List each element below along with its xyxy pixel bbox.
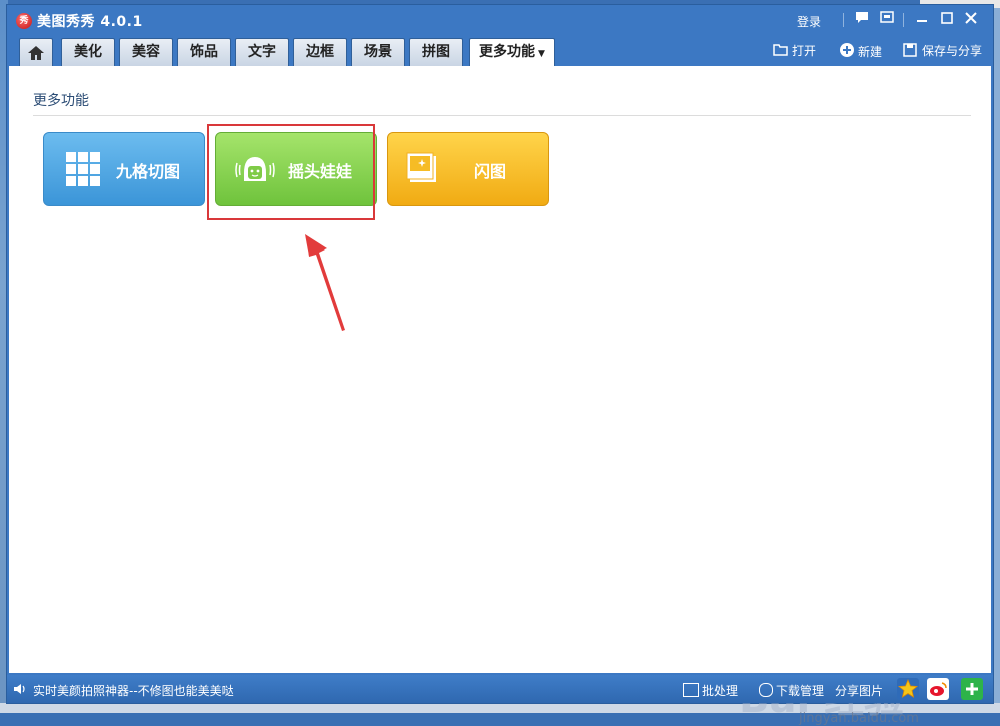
folder-open-icon: [773, 43, 789, 57]
title-bar[interactable]: 秀 美图秀秀 4.0.1 登录: [7, 5, 993, 35]
batch-process-button[interactable]: 批处理: [683, 682, 738, 699]
grid-icon: [66, 152, 100, 186]
qzone-star-icon[interactable]: [897, 678, 919, 700]
add-share-icon[interactable]: [961, 678, 983, 700]
nine-grid-cut-label: 九格切图: [116, 162, 181, 181]
tab-more-features[interactable]: 更多功能 ▼: [469, 38, 555, 67]
titlebar-divider: [843, 13, 844, 27]
annotation-arrow-icon: [305, 234, 345, 331]
tab-frames[interactable]: 边框: [293, 38, 347, 66]
download-icon: [759, 683, 773, 697]
chevron-down-icon: ▼: [538, 49, 545, 59]
open-label: 打开: [792, 44, 817, 58]
app-window: 秀 美图秀秀 4.0.1 登录 美化 美容 饰品 文字 边框 场景 拼图 更多功…: [6, 4, 994, 726]
section-divider: [33, 115, 971, 116]
sparkle-photo-icon: [406, 151, 440, 189]
status-bar: 实时美颜拍照神器--不修图也能美美哒 批处理 下载管理 分享图片: [7, 675, 993, 703]
tab-text[interactable]: 文字: [235, 38, 289, 66]
watermark-url: jingyan.baidu.com: [799, 711, 919, 726]
home-icon: [28, 43, 44, 62]
skin-icon[interactable]: [878, 11, 896, 29]
save-icon: [903, 43, 919, 57]
save-share-button[interactable]: 保存与分享: [903, 42, 982, 62]
close-icon[interactable]: [962, 11, 980, 29]
content-panel: 更多功能 九格切图 摇头娃娃 闪图 jingyan.baidu.com: [9, 66, 991, 726]
app-logo-icon: 秀: [16, 13, 32, 29]
flash-image-label: 闪图: [474, 162, 507, 181]
flash-image-button[interactable]: 闪图: [387, 132, 549, 206]
promo-link[interactable]: 实时美颜拍照神器--不修图也能美美哒: [33, 682, 234, 699]
speaker-icon: [13, 682, 27, 699]
tab-scenes[interactable]: 场景: [351, 38, 405, 66]
tab-accessories[interactable]: 饰品: [177, 38, 231, 66]
share-image-label: 分享图片: [835, 684, 884, 698]
login-link[interactable]: 登录: [797, 13, 821, 30]
download-manager-button[interactable]: 下载管理: [759, 682, 824, 699]
open-button[interactable]: 打开: [773, 42, 816, 62]
desktop-right-edge: [994, 0, 1000, 713]
batch-label: 批处理: [702, 684, 739, 698]
tab-collage[interactable]: 拼图: [409, 38, 463, 66]
weibo-icon[interactable]: [927, 678, 949, 700]
app-title: 美图秀秀 4.0.1: [37, 14, 143, 30]
minimize-icon[interactable]: [913, 11, 931, 29]
titlebar-divider: [903, 13, 904, 27]
section-title: 更多功能: [33, 93, 89, 109]
maximize-icon[interactable]: [938, 11, 956, 29]
tab-beautify[interactable]: 美化: [61, 38, 115, 66]
tab-more-features-label: 更多功能: [479, 44, 536, 60]
tab-beauty[interactable]: 美容: [119, 38, 173, 66]
batch-icon: [683, 683, 699, 697]
feedback-icon[interactable]: [853, 11, 871, 29]
download-label: 下载管理: [776, 684, 825, 698]
nine-grid-cut-button[interactable]: 九格切图: [43, 132, 205, 206]
tab-home[interactable]: [19, 38, 53, 66]
new-button[interactable]: 新建: [839, 42, 882, 62]
new-label: 新建: [858, 45, 883, 59]
save-share-label: 保存与分享: [922, 44, 983, 58]
annotation-highlight-box: [207, 124, 375, 220]
plus-circle-icon: [839, 42, 855, 57]
